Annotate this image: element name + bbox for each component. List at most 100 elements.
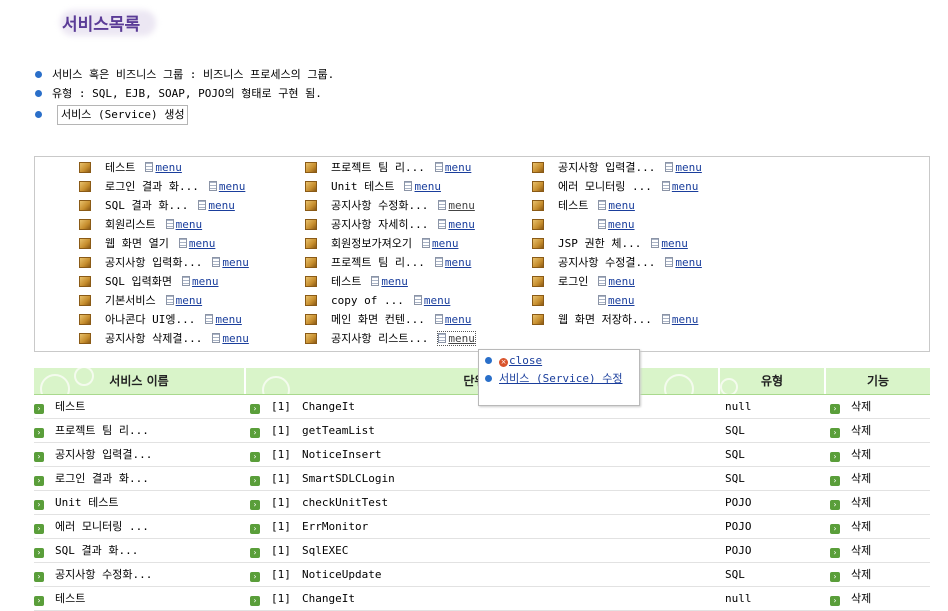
menu-link[interactable]: menu (145, 161, 182, 174)
cell-action[interactable]: › 삭제 (830, 491, 871, 514)
menu-link[interactable]: menu (212, 332, 249, 345)
service-item-label[interactable]: 테스트 (105, 159, 135, 177)
menu-link-label[interactable]: menu (608, 294, 635, 307)
cell-service-name-text[interactable]: 공지사항 수정화... (55, 568, 152, 581)
service-item-label[interactable]: SQL 입력화면 (105, 273, 172, 291)
service-item-label[interactable]: 회원리스트 (105, 216, 156, 234)
menu-link-label[interactable]: menu (608, 218, 635, 231)
cell-unit[interactable]: › [1] (250, 419, 291, 442)
cell-service-name[interactable]: › SQL 결과 화... (34, 539, 138, 562)
menu-link[interactable]: menu (404, 180, 441, 193)
menu-link[interactable]: menu (421, 237, 459, 250)
service-item-label[interactable]: 공지사항 삭제결... (105, 330, 202, 348)
service-item-label[interactable]: 공지사항 수정화... (331, 197, 428, 215)
menu-link[interactable]: menu (598, 294, 635, 307)
cell-service-name[interactable]: › 에러 모니터링 ... (34, 515, 149, 538)
close-link[interactable]: × close (499, 354, 542, 367)
service-item-label[interactable]: 웹 화면 열기 (105, 235, 169, 253)
service-item-label[interactable]: 공지사항 리스트... (331, 330, 428, 348)
service-item-label[interactable]: 웹 화면 저장하... (558, 311, 652, 329)
cell-action[interactable]: › 삭제 (830, 587, 871, 610)
menu-link-label[interactable]: menu (215, 313, 242, 326)
menu-link[interactable]: menu (665, 161, 702, 174)
menu-link-label[interactable]: menu (672, 313, 699, 326)
table-row[interactable]: › 로그인 결과 화... › [1] SmartSDLCLogin SQL › 삭제 (34, 467, 930, 491)
menu-link-label[interactable]: menu (448, 218, 475, 231)
menu-link[interactable]: menu (434, 313, 472, 326)
cell-service-name-text[interactable]: 프로젝트 팀 리... (55, 424, 149, 437)
menu-link-label[interactable]: menu (675, 161, 702, 174)
cell-service-name-text[interactable]: 공지사항 입력결... (55, 448, 152, 461)
service-item-label[interactable]: 공지사항 수정결... (558, 254, 655, 272)
cell-action[interactable]: › 삭제 (830, 515, 871, 538)
menu-link-label[interactable]: menu (672, 180, 699, 193)
cell-service-name[interactable]: › 프로젝트 팀 리... (34, 419, 149, 442)
menu-link-label[interactable]: menu (176, 294, 203, 307)
cell-action[interactable]: › 삭제 (830, 419, 871, 442)
cell-action-text[interactable]: 삭제 (851, 400, 871, 413)
menu-link-label[interactable]: menu (192, 275, 219, 288)
cell-action-text[interactable]: 삭제 (851, 544, 871, 557)
cell-action[interactable]: › 삭제 (830, 563, 871, 586)
menu-link[interactable]: menu (208, 180, 246, 193)
menu-link[interactable]: menu (661, 180, 699, 193)
service-item-label[interactable]: copy of ... (331, 292, 404, 310)
menu-link[interactable]: menu (437, 331, 476, 346)
menu-link[interactable]: menu (651, 237, 688, 250)
cell-unit[interactable]: › [1] (250, 443, 291, 466)
create-service-button[interactable]: 서비스 (Service) 생성 (57, 105, 189, 125)
cell-action[interactable]: › 삭제 (830, 443, 871, 466)
table-row[interactable]: › Unit 테스트 › [1] checkUnitTest POJO › 삭제 (34, 491, 930, 515)
menu-link-label[interactable]: menu (432, 237, 459, 250)
cell-service-name[interactable]: › 로그인 결과 화... (34, 467, 149, 490)
menu-link-label[interactable]: menu (189, 237, 216, 250)
service-item-label[interactable]: 에러 모니터링 ... (558, 178, 652, 196)
cell-service-name[interactable]: › Unit 테스트 (34, 491, 118, 514)
menu-link-label[interactable]: menu (222, 332, 249, 345)
cell-unit[interactable]: › [1] (250, 539, 291, 562)
table-row[interactable]: › 공지사항 수정화... › [1] NoticeUpdate SQL › 삭제 (34, 563, 930, 587)
cell-unit[interactable]: › [1] (250, 515, 291, 538)
cell-unit[interactable]: › [1] (250, 395, 291, 418)
menu-link-label[interactable]: menu (445, 313, 472, 326)
cell-action[interactable]: › 삭제 (830, 395, 871, 418)
menu-link-label[interactable]: menu (448, 199, 475, 212)
menu-link[interactable]: menu (181, 275, 219, 288)
cell-unit[interactable]: › [1] (250, 587, 291, 610)
cell-action-text[interactable]: 삭제 (851, 520, 871, 533)
table-row[interactable]: › SQL 결과 화... › [1] SqlEXEC POJO › 삭제 (34, 539, 930, 563)
menu-link[interactable]: menu (598, 199, 635, 212)
table-row[interactable]: › 에러 모니터링 ... › [1] ErrMonitor POJO › 삭제 (34, 515, 930, 539)
cell-service-name[interactable]: › 공지사항 수정화... (34, 563, 152, 586)
close-link-label[interactable]: close (509, 354, 542, 367)
header-type[interactable]: 유형 (720, 368, 826, 394)
service-item-label[interactable]: 아나콘다 UI엥... (105, 311, 195, 329)
menu-link-label[interactable]: menu (222, 256, 249, 269)
close-icon[interactable]: × (499, 358, 508, 367)
menu-link-label[interactable]: menu (219, 180, 246, 193)
service-item-label[interactable]: 프로젝트 팀 리... (331, 254, 425, 272)
cell-service-name-text[interactable]: Unit 테스트 (55, 496, 118, 509)
menu-link[interactable]: menu (438, 199, 475, 212)
cell-service-name[interactable]: › 공지사항 입력결... (34, 443, 152, 466)
cell-service-name-text[interactable]: 로그인 결과 화... (55, 472, 149, 485)
menu-link-label[interactable]: menu (155, 161, 182, 174)
menu-link-label[interactable]: menu (424, 294, 451, 307)
cell-action-text[interactable]: 삭제 (851, 424, 871, 437)
menu-link[interactable]: menu (198, 199, 235, 212)
menu-link[interactable]: menu (598, 275, 635, 288)
menu-link[interactable]: menu (665, 256, 702, 269)
service-item-label[interactable]: 회원정보가져오기 (331, 235, 412, 253)
menu-link-label[interactable]: menu (675, 256, 702, 269)
menu-link[interactable]: menu (661, 313, 699, 326)
menu-link-label[interactable]: menu (414, 180, 441, 193)
edit-service-link[interactable]: 서비스 (Service) 수정 (499, 372, 622, 385)
cell-service-name-text[interactable]: SQL 결과 화... (55, 544, 138, 557)
cell-action-text[interactable]: 삭제 (851, 472, 871, 485)
menu-link[interactable]: menu (178, 237, 216, 250)
menu-link-label[interactable]: menu (608, 275, 635, 288)
cell-unit[interactable]: › [1] (250, 563, 291, 586)
menu-link[interactable]: menu (434, 161, 471, 174)
service-item-label[interactable]: JSP 권한 체... (558, 235, 641, 253)
cell-service-name-text[interactable]: 테스트 (55, 592, 85, 605)
